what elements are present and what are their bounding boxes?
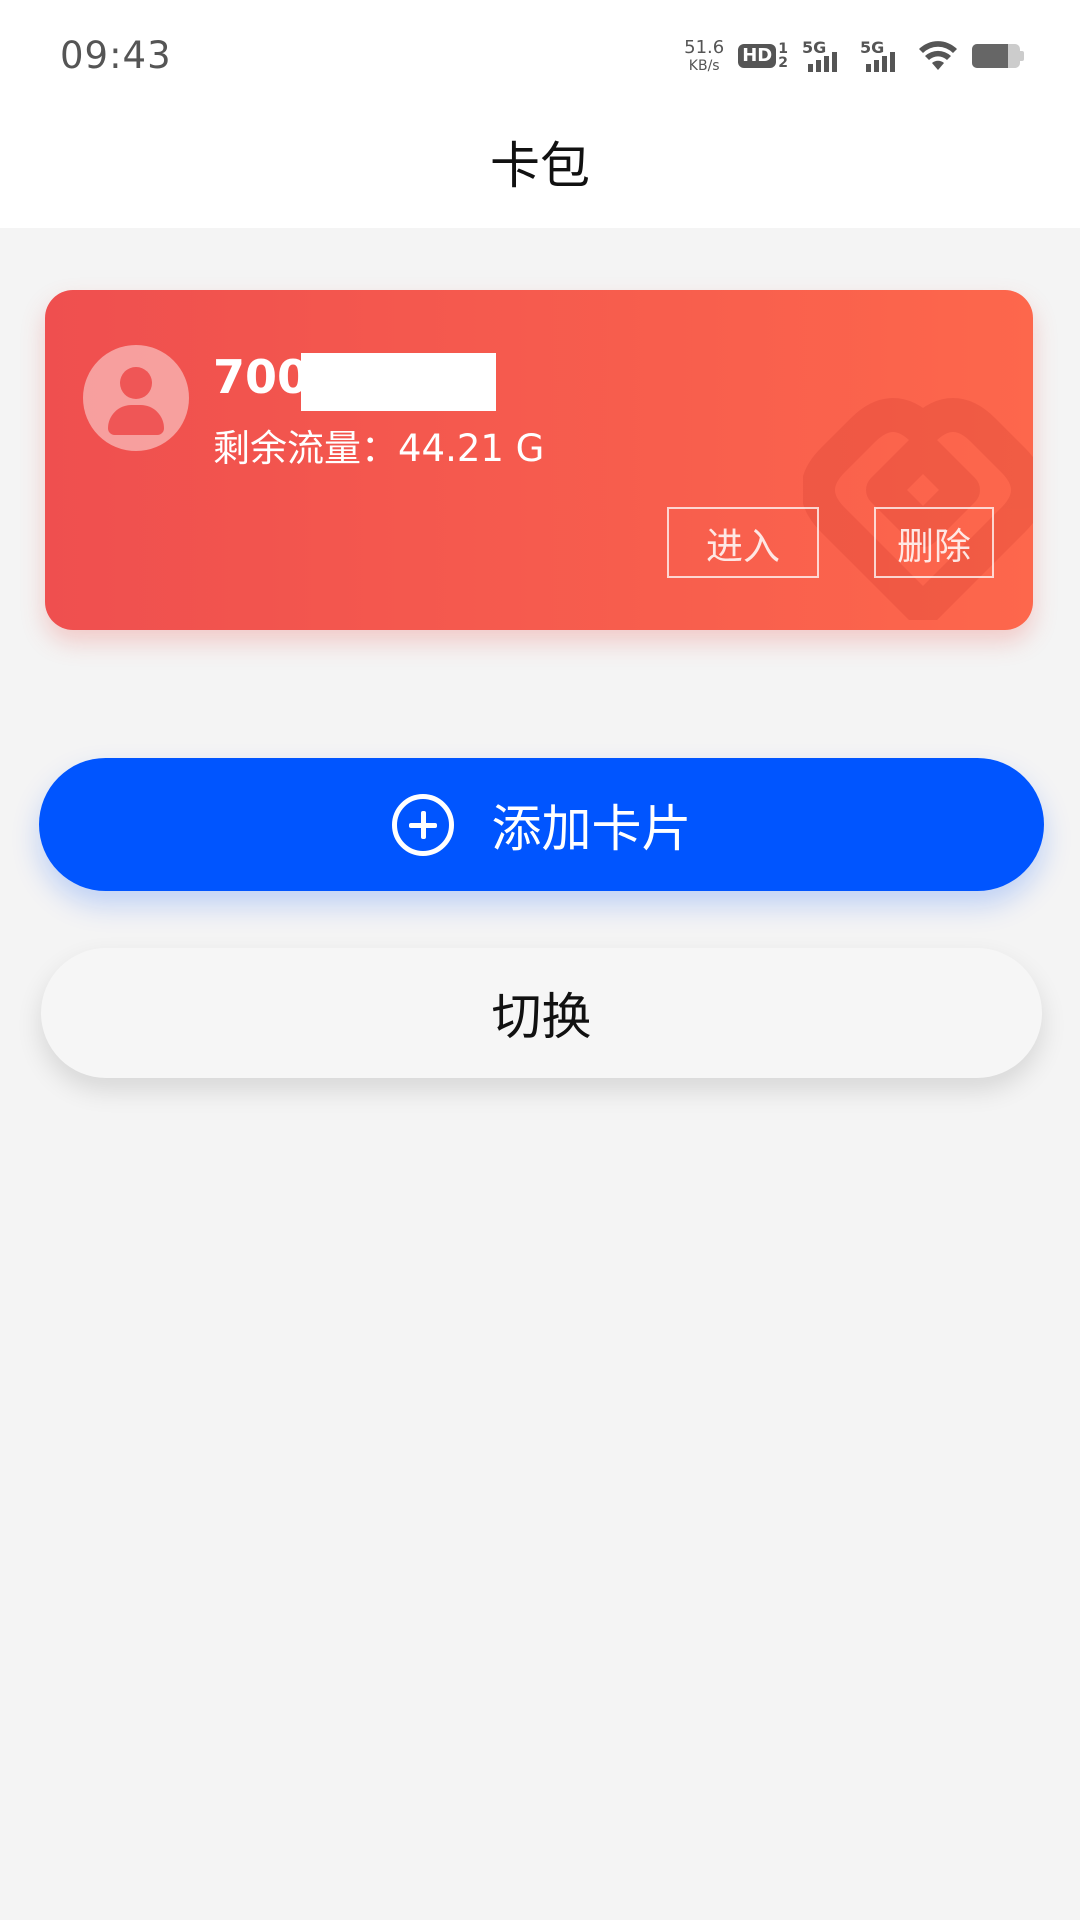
add-circle-icon [391,793,454,856]
status-bar: 09:43 51.6 KB/s HD 1 2 5G 5G [0,0,1080,110]
status-time: 09:43 [60,34,172,77]
remaining-data-value: 44.21 G [398,427,545,470]
hd-icon: HD 1 2 [738,42,788,70]
hd-label: HD [738,44,777,68]
add-card-button[interactable]: 添加卡片 [39,758,1044,891]
network-speed-unit: KB/s [688,58,720,74]
remaining-data: 剩余流量：44.21 G [213,418,544,472]
app-header: 卡包 [0,110,1080,228]
sim-card[interactable]: 7003 剩余流量：44.21 G 进入 删除 [45,290,1033,630]
avatar [83,345,189,451]
signal-icon: 5G [860,38,904,74]
page-title: 卡包 [490,137,590,195]
battery-icon [972,44,1024,68]
unicom-logo-icon [803,398,1033,620]
wifi-icon [919,41,957,70]
delete-button[interactable]: 删除 [874,507,994,578]
switch-button[interactable]: 切换 [41,948,1042,1078]
network-speed: 51.6 KB/s [684,37,725,74]
signal-icon: 5G [802,38,846,74]
status-icons: 51.6 KB/s HD 1 2 5G 5G [684,36,1024,76]
enter-button[interactable]: 进入 [667,507,819,578]
hd-sim-numbers: 1 2 [778,42,788,70]
redacted-number-mask [301,353,496,411]
hd-sim-top: 1 [778,41,788,57]
remaining-data-label: 剩余流量： [213,427,398,470]
add-card-label: 添加卡片 [491,799,692,858]
hd-sim-bottom: 2 [778,55,788,71]
network-speed-value: 51.6 [684,37,725,58]
